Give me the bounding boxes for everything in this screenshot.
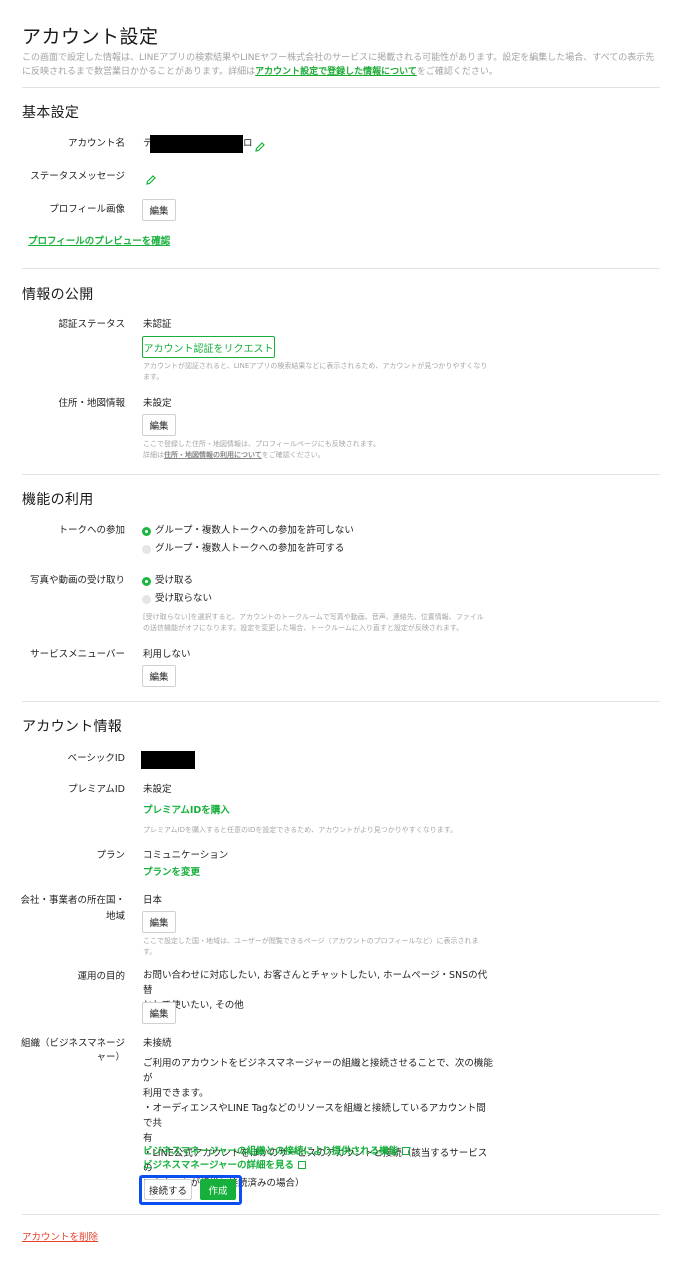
redacted-basic-id <box>141 751 195 769</box>
profile-preview-link[interactable]: プロフィールのプレビューを確認 <box>28 235 170 249</box>
org-desc-line4: 有 <box>143 1133 153 1144</box>
media-receive-option[interactable]: 受け取る <box>155 574 193 588</box>
intro-suffix: をご確認ください。 <box>416 67 498 77</box>
section-heading-account-info: アカウント情報 <box>22 719 123 735</box>
profile-image-label: プロフィール画像 <box>49 204 125 215</box>
media-note: [受け取らない]を選択すると、アカウントのトークルームで写真や動画、音声、連絡先… <box>143 613 484 632</box>
premium-id-note: プレミアムIDを購入すると任意のIDを設定できるため、アカウントがより見つかりや… <box>143 826 458 834</box>
request-verification-button[interactable]: アカウント認証をリクエスト <box>142 336 275 358</box>
edit-purpose-button[interactable]: 編集 <box>142 1002 176 1024</box>
create-button[interactable]: 作成 <box>200 1179 236 1200</box>
group-disallow-label[interactable]: グループ・複数人トークへの参加を許可しない <box>155 524 354 538</box>
org-features-link[interactable]: ビジネスマネージャーの組織との接続により提供される機能 <box>143 1145 411 1159</box>
section-heading-publish: 情報の公開 <box>22 287 94 303</box>
address-value: 未設定 <box>143 398 172 409</box>
external-link-icon <box>298 1161 307 1169</box>
org-features-link-text[interactable]: ビジネスマネージャーの組織との接続により提供される機能 <box>143 1146 398 1157</box>
edit-account-name-pencil-icon[interactable] <box>254 138 266 157</box>
purpose-value: お問い合わせに対応したい, お客さんとチャットしたい, ホームページ・SNSの代… <box>143 968 493 1013</box>
service-menu-value: 利用しない <box>143 649 191 660</box>
org-label-line2: ャー） <box>96 1052 125 1063</box>
address-note-suffix: をご確認ください。 <box>261 451 325 459</box>
org-label-line1: 組織（ビジネスマネージ <box>20 1038 125 1049</box>
org-desc-line2: 利用できます。 <box>143 1088 209 1099</box>
radio-group-disallow[interactable] <box>142 527 151 536</box>
account-name-label: アカウント名 <box>67 138 125 149</box>
purpose-value-line2: として使いたい, その他 <box>143 1000 244 1011</box>
divider <box>22 268 660 269</box>
address-note-prefix: 詳細は <box>143 451 164 459</box>
address-label: 住所・地図情報 <box>58 398 125 409</box>
edit-profile-image-button[interactable]: 編集 <box>142 199 176 221</box>
media-reject-option[interactable]: 受け取らない <box>155 592 212 606</box>
external-link-icon <box>402 1147 411 1155</box>
radio-media-receive[interactable] <box>142 577 151 586</box>
verify-status-value: 未認証 <box>143 319 172 330</box>
status-message-label: ステータスメッセージ <box>30 171 125 182</box>
buy-premium-id-link[interactable]: プレミアムIDを購入 <box>143 804 230 818</box>
redacted-account-name <box>150 135 243 153</box>
verify-status-label: 認証ステータス <box>58 319 125 330</box>
address-note-line1: ここで登録した住所・地図情報は、プロフィールページにも反映されます。 <box>143 440 381 448</box>
service-menu-label: サービスメニューバー <box>30 649 125 660</box>
edit-country-button[interactable]: 編集 <box>142 911 176 933</box>
divider <box>22 1214 660 1215</box>
address-info-link[interactable]: 住所・地図情報の利用について <box>164 451 262 459</box>
section-heading-basic: 基本設定 <box>22 105 80 121</box>
organization-label: 組織（ビジネスマネージ ャー） <box>20 1037 125 1065</box>
org-desc-line1: ご利用のアカウントをビジネスマネージャーの組織と接続させることで、次の機能が <box>143 1058 493 1084</box>
delete-account-link[interactable]: アカウントを削除 <box>22 1229 98 1243</box>
verify-note: アカウントが認証されると、LINEアプリの検索結果などに表示されるため、アカウン… <box>143 362 488 381</box>
divider <box>22 87 660 88</box>
radio-group-allow[interactable] <box>142 545 151 554</box>
group-allow-label[interactable]: グループ・複数人トークへの参加を許可する <box>155 542 344 556</box>
edit-service-menu-button[interactable]: 編集 <box>142 665 176 687</box>
edit-status-message-pencil-icon[interactable] <box>145 171 157 190</box>
business-manager-details-link[interactable]: ビジネスマネージャーの詳細を見る <box>143 1159 307 1173</box>
intro-text: この画面で設定した情報は、LINEアプリの検索結果やLINEヤフー株式会社のサー… <box>22 51 662 79</box>
account-settings-page: アカウント設定 この画面で設定した情報は、LINEアプリの検索結果やLINEヤフ… <box>0 0 684 1280</box>
org-desc-line3: ・オーディエンスやLINE Tagなどのリソースを組織と接続しているアカウント間… <box>143 1103 486 1129</box>
intro-link[interactable]: アカウント設定で登録した情報について <box>255 67 417 77</box>
country-label-line2: 地域 <box>105 911 125 922</box>
page-title: アカウント設定 <box>22 26 159 48</box>
address-note: ここで登録した住所・地図情報は、プロフィールページにも反映されます。 詳細は住所… <box>143 439 488 461</box>
change-plan-link[interactable]: プランを変更 <box>143 866 200 880</box>
edit-address-button[interactable]: 編集 <box>142 414 176 436</box>
connect-button[interactable]: 接続する <box>144 1179 192 1200</box>
business-manager-details-text[interactable]: ビジネスマネージャーの詳細を見る <box>143 1160 294 1171</box>
plan-value: コミュニケーション <box>143 850 229 861</box>
country-label-line1: 会社・事業者の所在国・ <box>20 895 125 906</box>
divider <box>22 474 660 475</box>
premium-id-value: 未設定 <box>143 784 172 795</box>
premium-id-label: プレミアムID <box>68 784 125 795</box>
purpose-value-line1: お問い合わせに対応したい, お客さんとチャットしたい, ホームページ・SNSの代… <box>143 970 488 996</box>
country-label: 会社・事業者の所在国・ 地域 <box>20 894 125 924</box>
radio-media-reject[interactable] <box>142 595 151 604</box>
purpose-label: 運用の目的 <box>77 971 125 982</box>
section-heading-features: 機能の利用 <box>22 492 94 508</box>
country-value: 日本 <box>143 895 163 906</box>
address-note-line2: 詳細は住所・地図情報の利用についてをご確認ください。 <box>143 450 488 461</box>
plan-label: プラン <box>96 850 125 861</box>
divider <box>22 701 660 702</box>
account-name-suffix: ロ <box>243 138 253 149</box>
country-note: ここで設定した国・地域は、ユーザーが閲覧できるページ（アカウントのプロフィールな… <box>143 937 479 956</box>
group-talk-label: トークへの参加 <box>58 525 125 536</box>
media-receive-label: 写真や動画の受け取り <box>29 575 125 586</box>
organization-value: 未接続 <box>143 1038 172 1049</box>
basic-id-label: ベーシックID <box>67 753 125 764</box>
